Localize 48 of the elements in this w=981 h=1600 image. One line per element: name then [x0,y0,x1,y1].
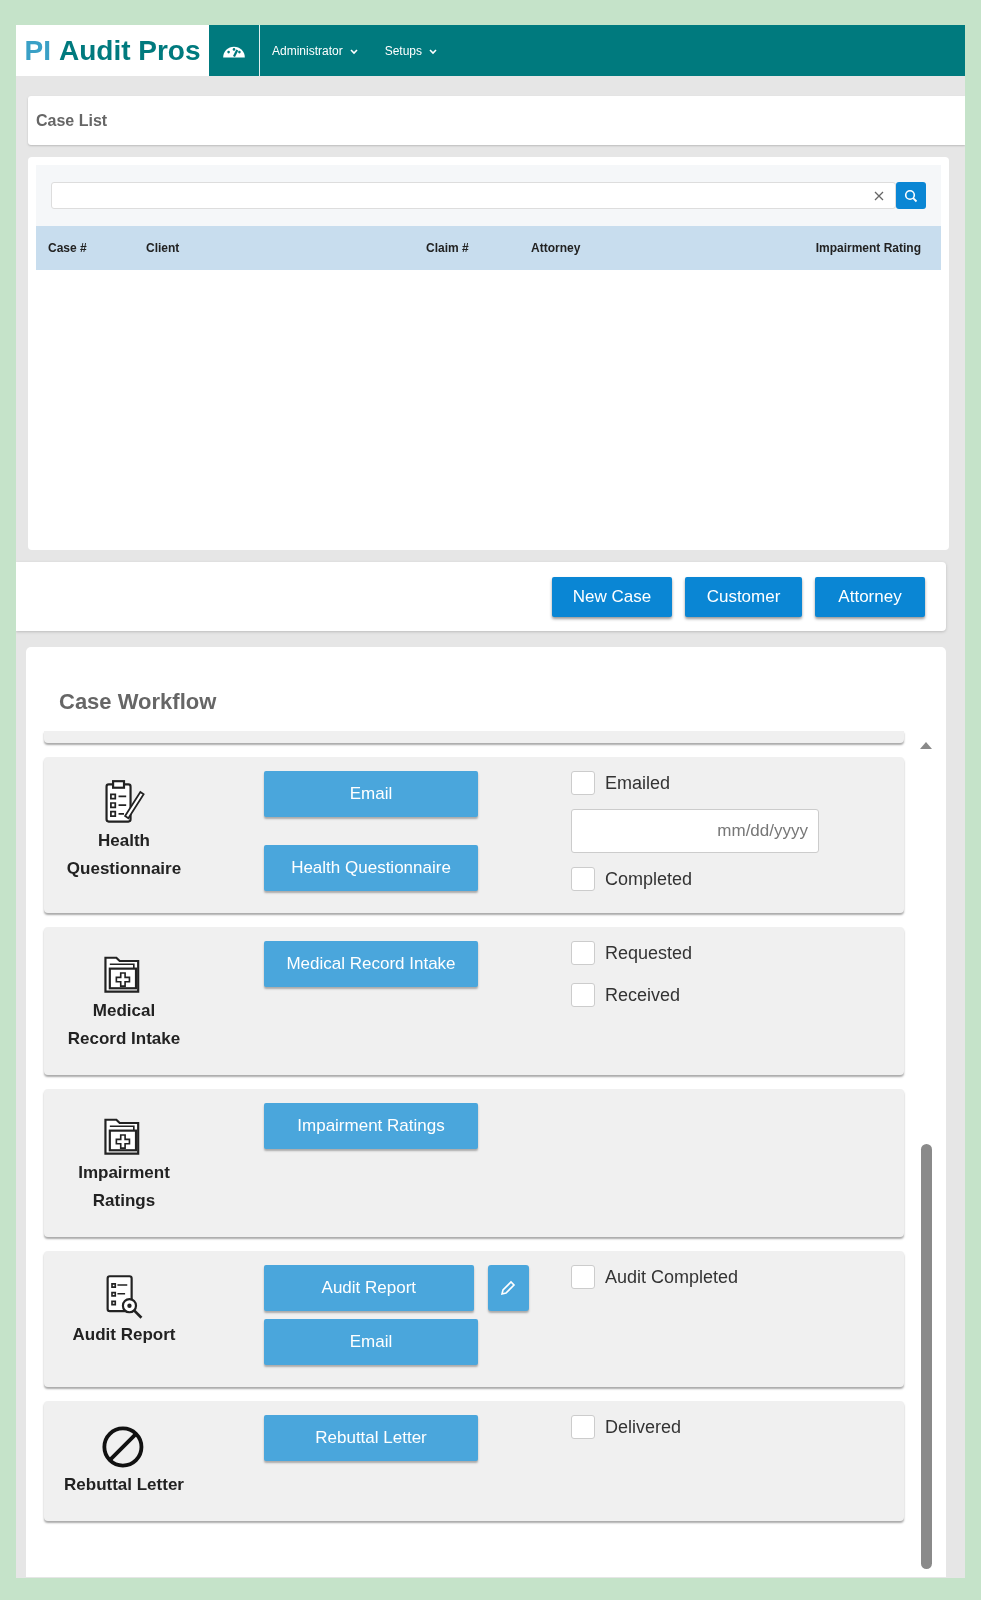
checkbox[interactable] [571,1265,595,1289]
page-title: Case List [36,111,108,130]
column-header[interactable]: Attorney [531,241,816,255]
step-button[interactable]: Audit Report [264,1265,474,1311]
column-header[interactable]: Case # [48,241,146,255]
checkbox-label: Audit Completed [605,1266,739,1288]
step-label: Health Questionnaire [65,830,183,880]
action-button[interactable]: Attorney [815,576,925,617]
edit-button[interactable] [487,1265,529,1311]
search-button[interactable] [896,182,926,209]
step-label: Impairment Ratings [77,1162,171,1212]
checkbox[interactable] [571,771,595,795]
checkbox[interactable] [571,983,595,1007]
step-label: Audit Report [71,1324,177,1346]
checkbox[interactable] [571,1415,595,1439]
pencil-icon [499,1279,518,1297]
logo[interactable]: PI Audit Pros [16,25,209,76]
step-button[interactable]: Email [264,771,478,817]
section-title: Case Workflow [59,689,218,715]
step-button[interactable]: Rebuttal Letter [264,1415,478,1461]
step-label: Rebuttal Letter [63,1474,185,1496]
scroll-up-icon [919,741,933,750]
checkbox-label: Requested [605,942,693,964]
step-button[interactable]: Impairment Ratings [264,1103,478,1149]
scrollbar-thumb[interactable] [920,1144,932,1569]
checkbox-label: Received [605,984,681,1006]
checkbox[interactable] [571,867,595,891]
clear-icon [873,189,885,202]
chevron-down-icon [428,46,439,55]
checkbox[interactable] [571,941,595,965]
step-button[interactable]: Health Questionnaire [264,845,478,891]
column-header[interactable]: Client [146,241,426,255]
menu-item[interactable]: Setups [384,43,439,58]
search-icon [904,188,918,203]
menu-item[interactable]: Administrator [272,43,359,58]
step-button[interactable]: Email [264,1319,478,1365]
search-field[interactable] [51,182,896,209]
checkbox-label: Completed [605,868,693,890]
chevron-down-icon [348,46,359,55]
date-field[interactable]: mm/dd/yyyy [571,809,819,853]
action-button[interactable]: New Case [552,576,672,617]
column-header[interactable]: Claim # [426,241,531,255]
checkbox-label: Emailed [605,772,671,794]
step-button[interactable]: Medical Record Intake [264,941,478,987]
action-button[interactable]: Customer [685,576,802,617]
column-header[interactable]: Impairment Rating [815,241,921,255]
step-label: Medical Record Intake [66,1000,182,1050]
checkbox-label: Delivered [605,1416,682,1438]
